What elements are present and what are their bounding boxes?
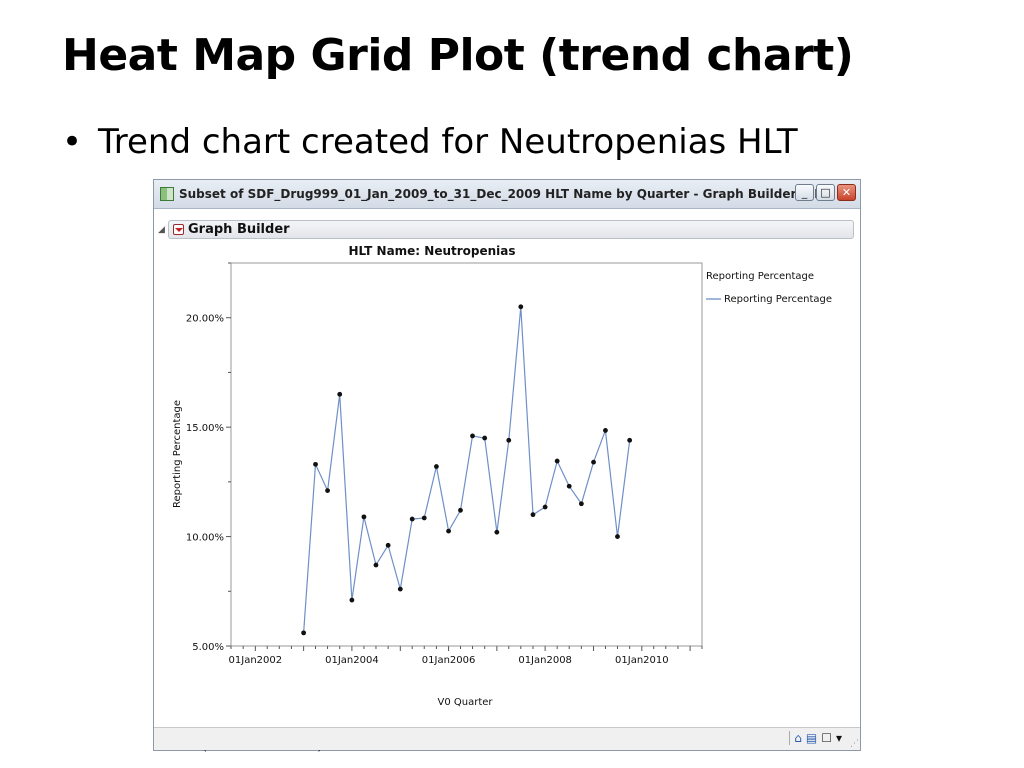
data-point[interactable] (591, 459, 596, 465)
window-title: Subset of SDF_Drug999_01_Jan_2009_to_31_… (179, 187, 835, 201)
close-button[interactable]: ✕ (837, 184, 856, 201)
data-point[interactable] (615, 534, 620, 539)
slide-title: Heat Map Grid Plot (trend chart) (62, 30, 854, 81)
minimize-button[interactable]: _ (795, 184, 814, 201)
data-point[interactable] (578, 501, 584, 507)
status-bar: ⌂ ▤ ☐ ▾ ⋰ (154, 727, 860, 750)
dropdown-arrow-icon[interactable]: ▾ (836, 731, 842, 745)
resize-grip-icon[interactable]: ⋰ (850, 739, 859, 749)
data-point[interactable] (470, 433, 475, 439)
x-tick-label: 01Jan2006 (422, 655, 476, 666)
data-point[interactable] (434, 464, 439, 469)
data-point[interactable] (325, 488, 330, 494)
data-point[interactable] (603, 428, 608, 433)
data-point[interactable] (301, 630, 307, 636)
home-icon[interactable]: ⌂ (794, 731, 802, 745)
maximize-button[interactable]: □ (816, 184, 835, 201)
chart-title: HLT Name: Neutropenias (348, 244, 515, 258)
data-point[interactable] (313, 461, 318, 467)
window-content: ◢ Graph Builder HLT Name: Neutropenias 0… (154, 209, 860, 753)
data-point[interactable] (554, 458, 560, 464)
data-point[interactable] (458, 507, 463, 513)
data-point[interactable] (494, 529, 500, 535)
data-point[interactable] (518, 304, 524, 310)
jmp-window: Subset of SDF_Drug999_01_Jan_2009_to_31_… (153, 179, 861, 753)
data-point[interactable] (542, 504, 548, 510)
x-tick-label: 01Jan2010 (615, 655, 669, 666)
table-icon[interactable]: ▤ (806, 731, 817, 745)
x-tick-label: 01Jan2008 (518, 655, 572, 666)
y-tick-label: 10.00% (186, 533, 224, 544)
app-grid-icon (160, 187, 174, 201)
legend-entry: Reporting Percentage (724, 294, 832, 305)
bullet-text: Trend chart created for Neutropenias HLT (98, 122, 798, 162)
data-point[interactable] (385, 542, 391, 548)
data-point[interactable] (482, 435, 488, 441)
square-icon[interactable]: ☐ (821, 731, 832, 745)
bullet-dot-icon: • (62, 122, 83, 162)
data-point[interactable] (566, 483, 572, 489)
x-axis-label: V0 Quarter (437, 697, 493, 708)
window-controls: _ □ ✕ (795, 184, 856, 201)
bullet-item: • Trend chart created for Neutropenias H… (62, 122, 798, 162)
y-axis-label: Reporting Percentage (172, 400, 183, 508)
data-point[interactable] (409, 516, 415, 522)
x-tick-label: 01Jan2004 (325, 655, 379, 666)
status-divider (789, 731, 791, 745)
data-point[interactable] (361, 514, 367, 520)
status-icons: ⌂ ▤ ☐ ▾ (789, 731, 842, 745)
y-tick-label: 20.00% (186, 314, 224, 325)
data-point[interactable] (421, 515, 427, 521)
data-point[interactable] (349, 597, 355, 603)
data-point[interactable] (530, 512, 536, 518)
legend-title: Reporting Percentage (706, 271, 814, 282)
y-tick-label: 5.00% (192, 642, 224, 653)
window-titlebar[interactable]: Subset of SDF_Drug999_01_Jan_2009_to_31_… (154, 180, 860, 209)
x-tick-label: 01Jan2002 (229, 655, 283, 666)
data-point[interactable] (337, 391, 343, 397)
data-point[interactable] (627, 437, 633, 443)
plot-frame (230, 262, 703, 647)
y-tick-label: 15.00% (186, 423, 224, 434)
data-point[interactable] (506, 437, 512, 443)
data-point[interactable] (446, 528, 451, 534)
data-point[interactable] (397, 586, 403, 592)
data-point[interactable] (373, 562, 379, 568)
trend-chart: HLT Name: Neutropenias 01Jan2002 01Jan200… (172, 244, 832, 708)
